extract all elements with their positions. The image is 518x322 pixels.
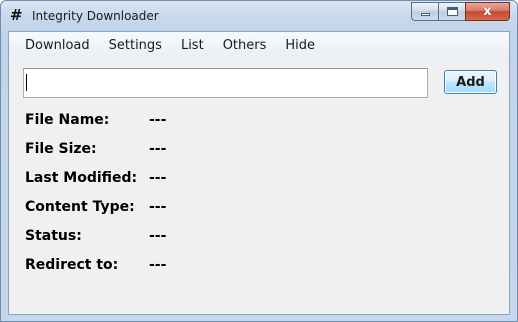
close-button[interactable]: x <box>465 2 510 21</box>
close-icon: x <box>483 4 492 19</box>
last-modified-value: --- <box>149 170 167 186</box>
file-name-label: File Name: <box>25 112 110 128</box>
info-row-redirect-to: Redirect to: --- <box>25 257 325 286</box>
info-row-file-size: File Size: --- <box>25 141 325 170</box>
menu-hide[interactable]: Hide <box>277 35 323 57</box>
info-row-status: Status: --- <box>25 228 325 257</box>
redirect-to-label: Redirect to: <box>25 257 119 273</box>
content-type-value: --- <box>149 199 167 215</box>
menu-settings[interactable]: Settings <box>101 35 170 57</box>
window-title: Integrity Downloader <box>32 9 159 23</box>
maximize-icon <box>447 7 458 16</box>
info-row-content-type: Content Type: --- <box>25 199 325 228</box>
hash-app-icon: # <box>10 6 23 24</box>
info-row-last-modified: Last Modified: --- <box>25 170 325 199</box>
minimize-button[interactable] <box>411 2 438 21</box>
menu-bar: Download Settings List Others Hide <box>9 32 509 60</box>
file-size-label: File Size: <box>25 141 97 157</box>
status-label: Status: <box>25 228 82 244</box>
title-bar[interactable]: # Integrity Downloader x <box>1 1 517 31</box>
content-type-label: Content Type: <box>25 199 135 215</box>
minimize-icon <box>421 13 430 16</box>
info-row-file-name: File Name: --- <box>25 112 325 141</box>
client-area: Download Settings List Others Hide Add F… <box>8 31 510 315</box>
menu-others[interactable]: Others <box>215 35 275 57</box>
app-window: # Integrity Downloader x Download Settin… <box>0 0 518 322</box>
redirect-to-value: --- <box>149 257 167 273</box>
add-button[interactable]: Add <box>444 70 497 94</box>
file-name-value: --- <box>149 112 167 128</box>
text-caret <box>26 74 27 91</box>
caption-buttons: x <box>411 2 510 22</box>
last-modified-label: Last Modified: <box>25 170 138 186</box>
maximize-button[interactable] <box>438 2 465 21</box>
menu-list[interactable]: List <box>173 35 212 57</box>
file-size-value: --- <box>149 141 167 157</box>
status-value: --- <box>149 228 167 244</box>
menu-download[interactable]: Download <box>17 35 98 57</box>
file-info-panel: File Name: --- File Size: --- Last Modif… <box>25 112 325 286</box>
url-input[interactable] <box>23 68 428 98</box>
